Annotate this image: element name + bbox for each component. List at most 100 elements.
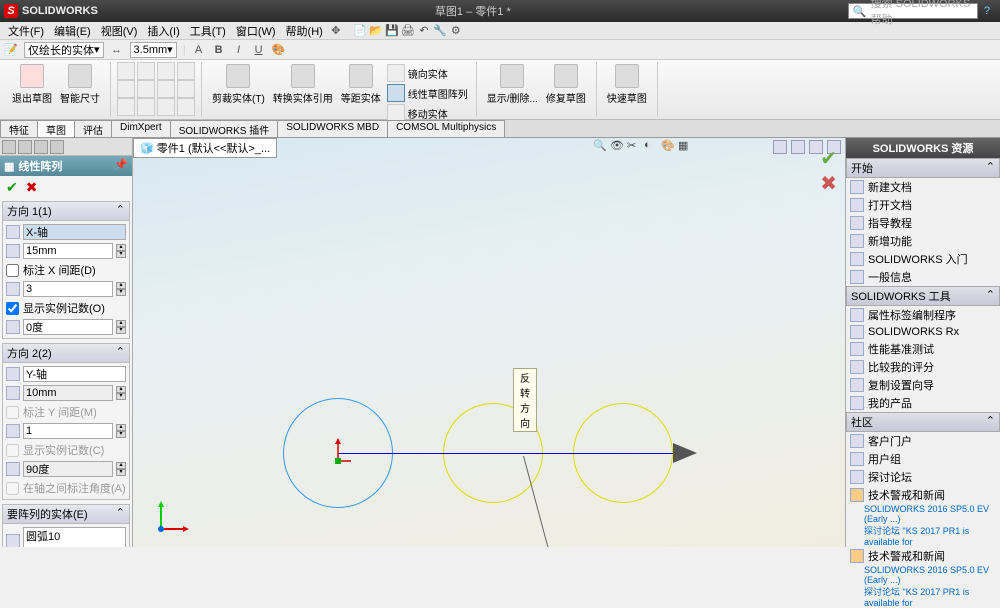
circle-tool[interactable]: [137, 62, 155, 80]
copy-settings-item[interactable]: 复制设置向导: [846, 376, 1000, 394]
confirm-ok-icon[interactable]: ✔: [820, 146, 837, 171]
menu-help[interactable]: 帮助(H): [282, 23, 327, 39]
view-triad[interactable]: [153, 497, 193, 537]
new-doc-item[interactable]: 新建文档: [846, 178, 1000, 196]
menu-insert[interactable]: 插入(I): [143, 23, 183, 39]
rect-tool[interactable]: [177, 62, 195, 80]
options-icon[interactable]: ⚙: [449, 24, 463, 38]
section-icon[interactable]: ✂: [627, 139, 641, 153]
tab-addins[interactable]: SOLIDWORKS 插件: [170, 120, 279, 137]
offset-button[interactable]: 等距实体: [337, 62, 385, 124]
font-icon[interactable]: A: [192, 43, 206, 57]
news-link-2[interactable]: 探讨论坛 "KS 2017 PR1 is available for: [846, 524, 1000, 547]
line-tool[interactable]: [117, 62, 135, 80]
pattern-button[interactable]: 线性草图阵列: [387, 84, 468, 102]
reverse-dir-icon[interactable]: [6, 225, 20, 239]
style-dropdown[interactable]: 仅绘长的实体▾: [24, 42, 104, 58]
dir1-header[interactable]: 方向 1(1)⌃: [3, 202, 129, 221]
graphics-viewport[interactable]: 🧊 零件1 (默认<<默认>_... 🔍👁✂◐🎨▦ ✔ ✖ 反转方向: [133, 138, 845, 547]
undo-icon[interactable]: ↶: [417, 24, 431, 38]
config-icon[interactable]: [34, 140, 48, 154]
convert-button[interactable]: 转换实体引用: [269, 62, 337, 124]
my-products-item[interactable]: 我的产品: [846, 394, 1000, 412]
whatsnew-item[interactable]: 新增功能: [846, 232, 1000, 250]
usergroup-item[interactable]: 用户组: [846, 450, 1000, 468]
mirror-button[interactable]: 镜向实体: [387, 64, 468, 82]
dir1-dim-check[interactable]: 标注 X 间距(D): [6, 262, 126, 278]
tutorials-item[interactable]: 指导教程: [846, 214, 1000, 232]
entities-header[interactable]: 要阵列的实体(E)⌃: [3, 505, 129, 524]
rapid-sketch-button[interactable]: 快速草图: [603, 62, 651, 107]
bold-icon[interactable]: B: [212, 43, 226, 57]
news-link-3[interactable]: SOLIDWORKS 2016 SP5.0 EV (Early ...): [846, 565, 1000, 585]
dir1-count-input[interactable]: [23, 281, 113, 297]
collapse-icon[interactable]: ⌃: [116, 203, 125, 219]
pm-icon[interactable]: [18, 140, 32, 154]
compare-item[interactable]: 比较我的评分: [846, 358, 1000, 376]
tab-evaluate[interactable]: 评估: [74, 120, 112, 137]
prop-tab-item[interactable]: 属性标签编制程序: [846, 306, 1000, 324]
menu-tools[interactable]: 工具(T): [186, 23, 230, 39]
rebuild-icon[interactable]: 🔧: [433, 24, 447, 38]
forum-item[interactable]: 探讨论坛: [846, 468, 1000, 486]
entities-list[interactable]: 圆弧10: [23, 527, 126, 547]
tab-comsol[interactable]: COMSOL Multiphysics: [387, 120, 505, 137]
display-button[interactable]: 显示/删除...: [483, 62, 542, 107]
view-icon[interactable]: 👁: [610, 139, 624, 153]
spin-up[interactable]: ▴: [116, 244, 126, 251]
note-icon[interactable]: 📝: [4, 43, 18, 57]
poly-tool[interactable]: [137, 98, 155, 116]
arc-tool[interactable]: [157, 62, 175, 80]
doc-tab[interactable]: 🧊 零件1 (默认<<默认>_...: [133, 138, 277, 158]
tab-mbd[interactable]: SOLIDWORKS MBD: [277, 120, 388, 137]
menu-view[interactable]: 视图(V): [97, 23, 142, 39]
hide-show-icon[interactable]: ▦: [678, 139, 692, 153]
alerts-item[interactable]: 技术警戒和新闻: [846, 486, 1000, 504]
cancel-button[interactable]: ✖: [26, 179, 38, 196]
dir2-count-input[interactable]: [23, 423, 113, 439]
dir1-angle-input[interactable]: [23, 319, 113, 335]
dir2-axis-input[interactable]: [23, 366, 126, 382]
save-icon[interactable]: 💾: [385, 24, 399, 38]
dir2-angle-input[interactable]: [23, 461, 113, 477]
vp-i2[interactable]: [791, 140, 805, 154]
menu-file[interactable]: 文件(F): [4, 23, 48, 39]
tab-dimxpert[interactable]: DimXpert: [111, 120, 171, 137]
benchmark-item[interactable]: 性能基准测试: [846, 340, 1000, 358]
rx-item[interactable]: SOLIDWORKS Rx: [846, 324, 1000, 340]
tab-sketch[interactable]: 草图: [37, 120, 75, 137]
tab-features[interactable]: 特征: [0, 120, 38, 137]
open-doc-item[interactable]: 打开文档: [846, 196, 1000, 214]
italic-icon[interactable]: I: [232, 43, 246, 57]
fm-tree-icon[interactable]: [2, 140, 16, 154]
news-link-1[interactable]: SOLIDWORKS 2016 SP5.0 EV (Early ...): [846, 504, 1000, 524]
portal-item[interactable]: 客户门户: [846, 432, 1000, 450]
text-tool[interactable]: [177, 80, 195, 98]
exit-sketch-button[interactable]: 退出草图: [8, 62, 56, 107]
spline-tool[interactable]: [117, 80, 135, 98]
section-tools[interactable]: SOLIDWORKS 工具⌃: [846, 286, 1000, 306]
color-icon[interactable]: 🎨: [272, 43, 286, 57]
reverse-dir-icon[interactable]: [6, 367, 20, 381]
confirm-cancel-icon[interactable]: ✖: [820, 171, 837, 196]
help-icon[interactable]: ?: [984, 5, 990, 17]
help-search[interactable]: 🔍 搜索 SOLIDWORKS 帮助: [848, 3, 978, 19]
dir1-spacing-input[interactable]: [23, 243, 113, 259]
news-link-4[interactable]: 探讨论坛 "KS 2017 PR1 is available for: [846, 585, 1000, 608]
trim-button[interactable]: 剪裁实体(T): [208, 62, 269, 124]
general-info-item[interactable]: 一般信息: [846, 268, 1000, 286]
dim-mgr-icon[interactable]: [50, 140, 64, 154]
collapse-icon[interactable]: ⌃: [116, 345, 125, 361]
point-tool[interactable]: [157, 80, 175, 98]
dim-dropdown[interactable]: 3.5mm▾: [130, 42, 177, 58]
dir2-header[interactable]: 方向 2(2)⌃: [3, 344, 129, 363]
vp-i1[interactable]: [773, 140, 787, 154]
open-icon[interactable]: 📂: [369, 24, 383, 38]
section-start[interactable]: 开始⌃: [846, 158, 1000, 178]
dir1-axis-input[interactable]: [23, 224, 126, 240]
dim-icon[interactable]: ↔: [110, 43, 124, 57]
smart-dim-button[interactable]: 智能尺寸: [56, 62, 104, 107]
dir1-show-check[interactable]: 显示实例记数(O): [6, 300, 126, 316]
repair-button[interactable]: 修复草图: [542, 62, 590, 107]
intro-item[interactable]: SOLIDWORKS 入门: [846, 250, 1000, 268]
